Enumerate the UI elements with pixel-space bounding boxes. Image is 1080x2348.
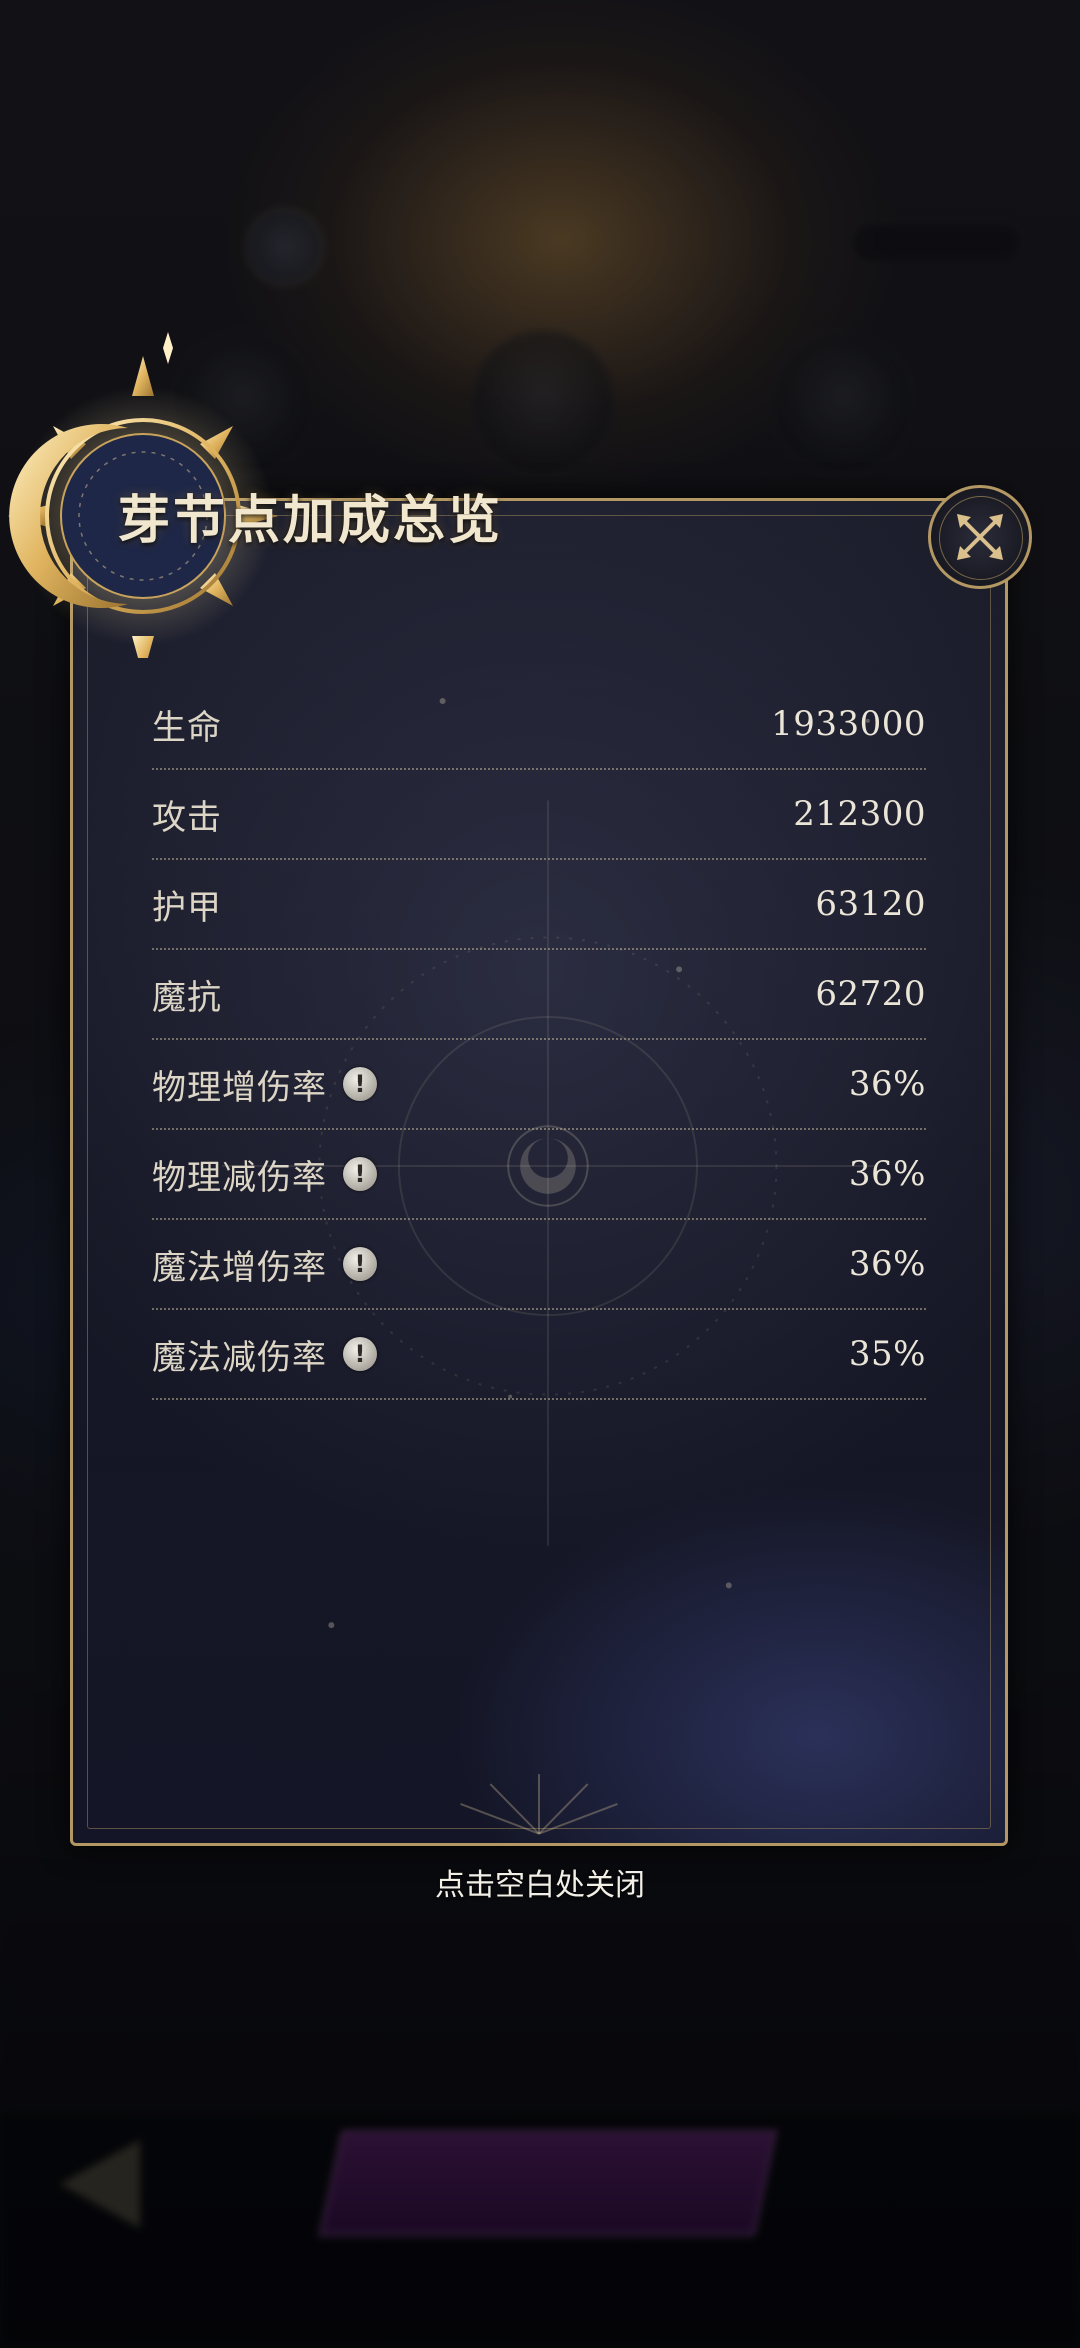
stat-value: 212300: [793, 794, 926, 834]
stat-value: 35%: [848, 1334, 926, 1374]
stat-label: 魔法增伤率: [152, 1247, 327, 1288]
info-exclamation-icon[interactable]: !: [343, 1247, 377, 1281]
stat-value: 36%: [848, 1064, 926, 1104]
stat-label: 物理减伤率: [152, 1157, 327, 1198]
info-exclamation-icon[interactable]: !: [343, 1157, 377, 1191]
stat-row-physical-damage-reduction: 物理减伤率 ! 36%: [152, 1130, 926, 1220]
popup-title: 芽节点加成总览: [118, 490, 504, 551]
stat-label-wrap: 魔法减伤率 !: [152, 1330, 377, 1379]
stat-label-wrap: 物理增伤率 !: [152, 1060, 377, 1109]
stat-label-wrap: 魔抗: [152, 970, 222, 1019]
stat-row-magic-resist: 魔抗 62720: [152, 950, 926, 1040]
info-exclamation-icon[interactable]: !: [343, 1067, 377, 1101]
close-x-icon: [957, 514, 1003, 560]
stat-row-attack: 攻击 212300: [152, 770, 926, 860]
stat-value: 36%: [848, 1154, 926, 1194]
stat-row-magic-damage-bonus: 魔法增伤率 ! 36%: [152, 1220, 926, 1310]
stat-label-wrap: 物理减伤率 !: [152, 1150, 377, 1199]
stat-label-wrap: 护甲: [152, 880, 222, 929]
stat-label: 护甲: [152, 887, 222, 928]
stat-row-physical-damage-bonus: 物理增伤率 ! 36%: [152, 1040, 926, 1130]
stats-list: 生命 1933000 攻击 212300 护甲 63120 魔抗 62720 物…: [152, 680, 926, 1400]
stat-value: 36%: [848, 1244, 926, 1284]
close-button[interactable]: [928, 485, 1032, 589]
info-exclamation-icon[interactable]: !: [343, 1337, 377, 1371]
stat-label: 攻击: [152, 797, 222, 838]
stat-row-hp: 生命 1933000: [152, 680, 926, 770]
stat-label-wrap: 生命: [152, 700, 222, 749]
game-screen: 芽节点加成总览 生命 1933000 攻击 212300 护甲 63120 魔抗…: [0, 0, 1080, 2348]
stat-row-armor: 护甲 63120: [152, 860, 926, 950]
stat-label: 生命: [152, 707, 222, 748]
stat-label: 魔法减伤率: [152, 1337, 327, 1378]
stat-value: 62720: [815, 974, 926, 1014]
stat-label-wrap: 魔法增伤率 !: [152, 1240, 377, 1289]
stat-label: 魔抗: [152, 977, 222, 1018]
stat-value: 1933000: [771, 704, 926, 744]
stat-value: 63120: [815, 884, 926, 924]
stat-label: 物理增伤率: [152, 1067, 327, 1108]
stat-row-magic-damage-reduction: 魔法减伤率 ! 35%: [152, 1310, 926, 1400]
stat-label-wrap: 攻击: [152, 790, 222, 839]
tap-to-close-hint: 点击空白处关闭: [435, 1868, 645, 1903]
